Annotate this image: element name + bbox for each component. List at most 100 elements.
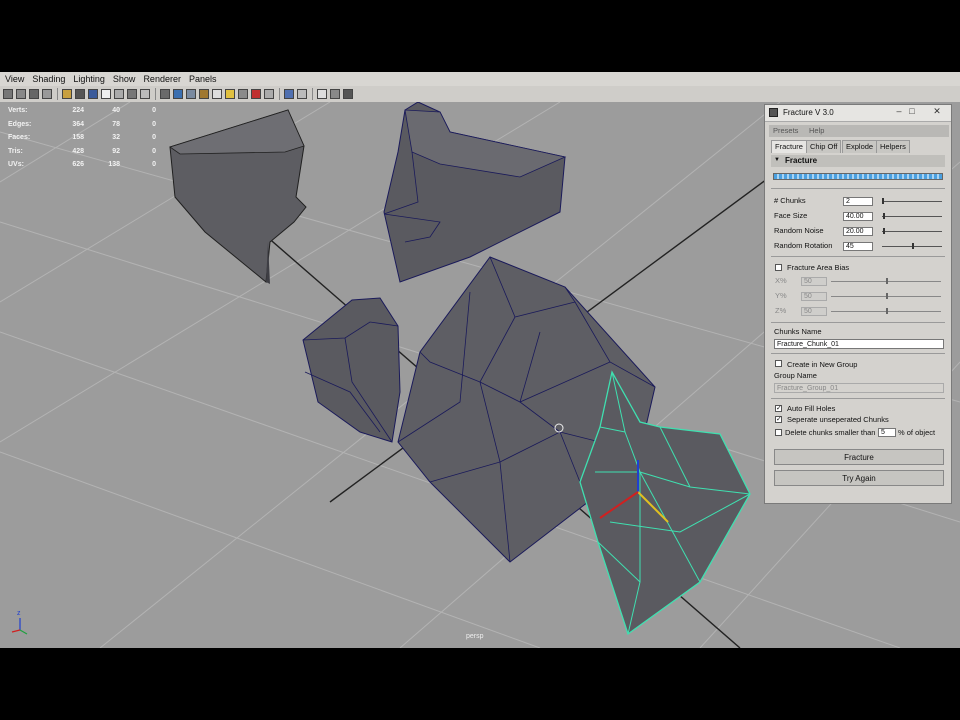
- chunks-field[interactable]: 2: [843, 197, 873, 206]
- face-size-field[interactable]: 40.00: [843, 212, 873, 221]
- hud-uvs-row: UVs: 626 138 0: [8, 161, 156, 168]
- field-chart-icon[interactable]: [114, 89, 124, 99]
- display-options-icon[interactable]: [330, 89, 340, 99]
- random-rotation-field[interactable]: 45: [843, 242, 873, 251]
- create-group-checkbox[interactable]: [775, 360, 782, 367]
- try-again-button[interactable]: Try Again: [774, 470, 944, 486]
- bias-z-field[interactable]: 50: [801, 307, 827, 316]
- toolbar-separator: [57, 88, 60, 100]
- tab-explode[interactable]: Explode: [842, 140, 878, 153]
- shadows-icon[interactable]: [238, 89, 248, 99]
- divider: [771, 256, 945, 257]
- divider: [771, 188, 945, 189]
- axis-z-label: z: [17, 610, 21, 617]
- xray-joints-icon[interactable]: [264, 89, 274, 99]
- bias-z-slider-handle[interactable]: [886, 308, 888, 314]
- film-gate-icon[interactable]: [75, 89, 85, 99]
- menu-panels[interactable]: Panels: [186, 74, 220, 84]
- renderer-settings-icon[interactable]: [343, 89, 353, 99]
- wireframe-on-shaded-icon[interactable]: [186, 89, 196, 99]
- bias-x-label: X%: [775, 276, 787, 285]
- menu-show[interactable]: Show: [110, 74, 139, 84]
- wireframe-icon[interactable]: [160, 89, 170, 99]
- dialog-menubar: Presets Help: [769, 125, 949, 137]
- bias-x-field[interactable]: 50: [801, 277, 827, 286]
- progress-bar: [773, 173, 943, 180]
- lights-icon[interactable]: [212, 89, 222, 99]
- smooth-shade-icon[interactable]: [173, 89, 183, 99]
- gate-mask-icon[interactable]: [101, 89, 111, 99]
- random-noise-label: Random Noise: [774, 226, 824, 235]
- face-size-slider[interactable]: [882, 216, 942, 217]
- minimize-icon[interactable]: –: [893, 106, 905, 117]
- fracture-button[interactable]: Fracture: [774, 449, 944, 465]
- safe-action-icon[interactable]: [127, 89, 137, 99]
- random-rotation-label: Random Rotation: [774, 241, 833, 250]
- fracture-chunk-3[interactable]: [302, 297, 401, 443]
- fracture-section-header[interactable]: ▼ Fracture: [771, 155, 945, 167]
- image-plane-icon[interactable]: [42, 89, 52, 99]
- random-rotation-slider-handle[interactable]: [912, 243, 914, 249]
- delete-small-checkbox[interactable]: [775, 429, 782, 436]
- tab-helpers[interactable]: Helpers: [876, 140, 910, 153]
- chunks-label: # Chunks: [774, 196, 806, 205]
- tab-chip-off[interactable]: Chip Off: [806, 140, 842, 153]
- textured-icon[interactable]: [199, 89, 209, 99]
- collapse-triangle-icon: ▼: [774, 157, 780, 163]
- resolution-gate-icon[interactable]: [88, 89, 98, 99]
- bias-y-slider-handle[interactable]: [886, 293, 888, 299]
- app-icon: [769, 108, 778, 117]
- random-noise-slider[interactable]: [882, 231, 942, 232]
- fracture-chunk-selected[interactable]: [579, 370, 751, 636]
- grid-toggle-icon[interactable]: [317, 89, 327, 99]
- poly-count-hud: Verts: 224 40 0 Edges: 364 78 0 Faces: 158 32 0 T…: [8, 104, 156, 172]
- bias-z-label: Z%: [775, 306, 787, 315]
- hud-tris-row: Tris: 428 92 0: [8, 147, 156, 155]
- chunks-slider[interactable]: [882, 201, 942, 202]
- hud-icon[interactable]: [297, 89, 307, 99]
- separate-label: Seperate unseperated Chunks: [787, 415, 889, 424]
- maximize-icon[interactable]: □: [906, 106, 918, 117]
- bias-x-slider-handle[interactable]: [886, 278, 888, 284]
- auto-fill-checkbox[interactable]: ✓: [775, 405, 782, 412]
- menu-renderer[interactable]: Renderer: [140, 74, 184, 84]
- menu-help[interactable]: Help: [809, 126, 824, 135]
- chunks-slider-handle[interactable]: [882, 198, 884, 204]
- divider: [771, 353, 945, 354]
- camera-attributes-icon[interactable]: [16, 89, 26, 99]
- xray-icon[interactable]: [251, 89, 261, 99]
- menu-view[interactable]: View: [2, 74, 27, 84]
- bias-y-field[interactable]: 50: [801, 292, 827, 301]
- isolate-select-icon[interactable]: [284, 89, 294, 99]
- view-axis-indicator: [11, 618, 28, 635]
- hud-faces-row: Faces: 158 32 0: [8, 134, 156, 141]
- bookmarks-icon[interactable]: [29, 89, 39, 99]
- tab-fracture[interactable]: Fracture: [771, 140, 807, 153]
- fracture-area-bias-checkbox[interactable]: [775, 264, 782, 271]
- hud-verts-row: Verts: 224 40 0: [8, 107, 156, 114]
- dialog-titlebar[interactable]: Fracture V 3.0 – □ ✕: [765, 105, 951, 122]
- delete-small-label: Delete chunks smaller than: [785, 428, 876, 437]
- fracture-chunk-1[interactable]: [169, 109, 307, 284]
- random-noise-slider-handle[interactable]: [883, 228, 886, 234]
- toolbar-separator: [155, 88, 158, 100]
- menu-presets[interactable]: Presets: [773, 126, 798, 135]
- random-noise-field[interactable]: 20.00: [843, 227, 873, 236]
- menu-shading[interactable]: Shading: [29, 74, 68, 84]
- menu-lighting[interactable]: Lighting: [70, 74, 108, 84]
- grid-icon[interactable]: [62, 89, 72, 99]
- separate-checkbox[interactable]: ✓: [775, 416, 782, 423]
- bias-y-label: Y%: [775, 291, 787, 300]
- auto-fill-label: Auto Fill Holes: [787, 404, 836, 413]
- delete-small-field[interactable]: 5: [878, 428, 896, 437]
- use-default-light-icon[interactable]: [225, 89, 235, 99]
- divider: [771, 322, 945, 323]
- select-camera-icon[interactable]: [3, 89, 13, 99]
- fracture-chunk-2[interactable]: [383, 102, 567, 283]
- close-icon[interactable]: ✕: [931, 106, 943, 117]
- camera-name-label: persp: [466, 633, 484, 640]
- group-name-field[interactable]: Fracture_Group_01: [774, 383, 944, 393]
- face-size-slider-handle[interactable]: [883, 213, 886, 219]
- chunks-name-field[interactable]: Fracture_Chunk_01: [774, 339, 944, 349]
- safe-title-icon[interactable]: [140, 89, 150, 99]
